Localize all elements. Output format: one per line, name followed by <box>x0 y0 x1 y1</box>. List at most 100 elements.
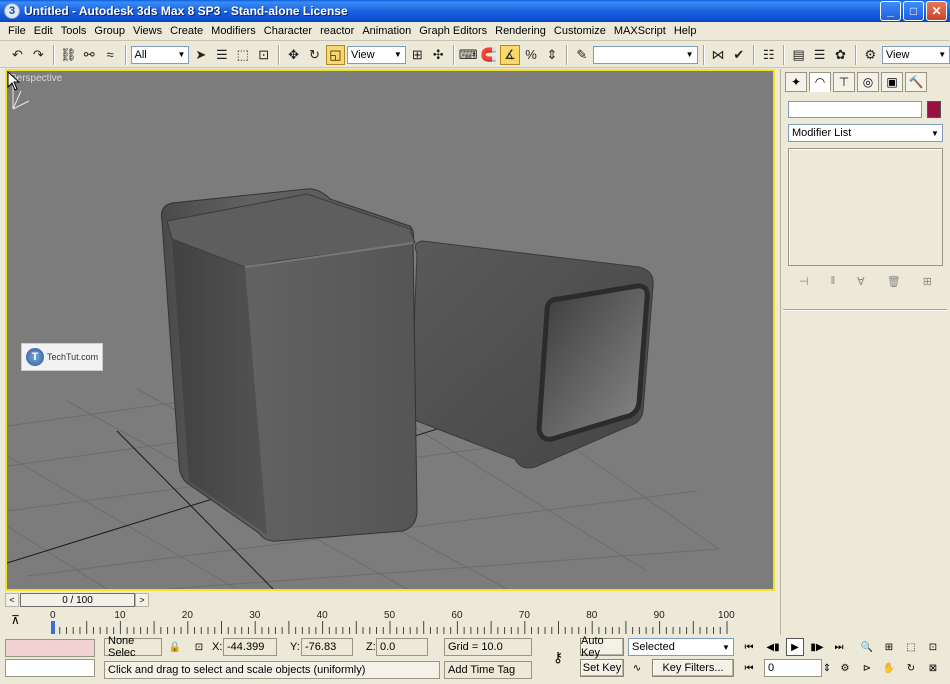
motion-tab-icon[interactable]: ◎ <box>857 72 879 92</box>
modifier-stack[interactable] <box>788 148 943 266</box>
select-rotate-icon[interactable]: ↻ <box>305 45 324 65</box>
time-prev-button[interactable]: < <box>5 593 19 607</box>
key-mode-toggle-icon[interactable]: ⏮ <box>740 659 758 677</box>
menu-help[interactable]: Help <box>670 25 701 37</box>
select-scale-icon[interactable]: ◱ <box>325 44 345 65</box>
edit-named-selection-icon[interactable]: ✎ <box>572 45 591 65</box>
perspective-viewport[interactable]: Perspective T TechTut.com z <box>5 69 775 591</box>
tube-object[interactable] <box>410 240 654 469</box>
select-object-icon[interactable]: ➤ <box>191 45 210 65</box>
modifier-list-dropdown[interactable]: Modifier List ▼ <box>788 124 943 142</box>
go-to-end-icon[interactable]: ⏭ <box>830 638 848 656</box>
x-coordinate-field[interactable]: -44.399 <box>223 638 277 656</box>
time-slider[interactable]: < 0 / 100 > <box>5 592 775 608</box>
current-frame-field[interactable]: 0 <box>764 659 822 677</box>
selection-filter-dropdown[interactable]: All ▼ <box>130 45 190 64</box>
pivot-center-icon[interactable]: ⊞ <box>408 45 427 65</box>
object-color-swatch[interactable] <box>927 101 941 118</box>
unlink-icon[interactable]: ⚯ <box>80 45 99 65</box>
select-link-icon[interactable]: ⛓ <box>59 45 78 65</box>
menu-modifiers[interactable]: Modifiers <box>207 25 260 37</box>
display-tab-icon[interactable]: ▣ <box>881 72 903 92</box>
key-mode-dropdown[interactable]: Selected ▼ <box>628 638 734 656</box>
set-key-button[interactable]: Set Key <box>580 659 624 677</box>
menu-graph-editors[interactable]: Graph Editors <box>415 25 491 37</box>
remove-modifier-icon[interactable]: 🗑 <box>887 275 901 288</box>
menu-views[interactable]: Views <box>129 25 166 37</box>
maxscript-listener-mini[interactable] <box>5 639 95 657</box>
time-slider-thumb[interactable]: 0 / 100 <box>20 593 135 607</box>
menu-edit[interactable]: Edit <box>30 25 57 37</box>
modify-tab-icon[interactable]: ◠ <box>809 72 831 92</box>
y-coordinate-field[interactable]: -76.83 <box>301 638 353 656</box>
menu-group[interactable]: Group <box>90 25 129 37</box>
menu-character[interactable]: Character <box>260 25 316 37</box>
hierarchy-tab-icon[interactable]: ⊤ <box>833 72 855 92</box>
key-filters-button[interactable]: Key Filters... <box>652 659 734 677</box>
layer-manager-icon[interactable]: ☷ <box>759 45 778 65</box>
menu-reactor[interactable]: reactor <box>316 25 358 37</box>
menu-animation[interactable]: Animation <box>358 25 415 37</box>
create-tab-icon[interactable]: ✦ <box>785 72 807 92</box>
redo-icon[interactable]: ↷ <box>29 45 48 65</box>
schematic-view-icon[interactable]: ☰ <box>810 45 829 65</box>
window-crossing-icon[interactable]: ⊡ <box>254 45 273 65</box>
minimize-button[interactable]: _ <box>880 1 901 21</box>
show-end-result-icon[interactable]: ‖ <box>831 275 836 287</box>
render-scene-icon[interactable]: ⚙ <box>861 45 880 65</box>
curve-editor-icon[interactable]: ▤ <box>789 45 808 65</box>
absolute-mode-icon[interactable]: ⊡ <box>190 638 208 656</box>
object-name-field[interactable] <box>788 101 922 118</box>
pin-stack-icon[interactable]: ⊣ <box>799 275 809 288</box>
arc-rotate-icon[interactable]: ↻ <box>902 659 920 677</box>
maximize-button[interactable]: □ <box>903 1 924 21</box>
play-icon[interactable]: ▶ <box>786 638 804 656</box>
zoom-extents-all-icon[interactable]: ⊡ <box>924 638 942 656</box>
spinner-snap-icon[interactable]: ⇕ <box>542 45 561 65</box>
menu-tools[interactable]: Tools <box>57 25 91 37</box>
time-next-button[interactable]: > <box>135 593 149 607</box>
pan-view-icon[interactable]: ✋ <box>880 659 898 677</box>
lock-icon[interactable]: 🔒 <box>166 638 184 656</box>
menu-file[interactable]: File <box>4 25 30 37</box>
auto-key-button[interactable]: Auto Key <box>580 635 624 659</box>
keyboard-shortcut-icon[interactable]: ⌨ <box>459 45 478 65</box>
zoom-all-icon[interactable]: ⊞ <box>880 638 898 656</box>
zoom-icon[interactable]: 🔍 <box>858 638 876 656</box>
box-object[interactable] <box>161 188 418 542</box>
named-selection-dropdown[interactable]: ▼ <box>593 45 698 64</box>
app-icon[interactable]: 3 <box>4 3 20 19</box>
make-unique-icon[interactable]: ∀ <box>857 275 865 288</box>
undo-icon[interactable]: ↶ <box>8 45 27 65</box>
previous-frame-icon[interactable]: ◀▮ <box>764 638 782 656</box>
angle-snap-icon[interactable]: ∡ <box>500 44 520 65</box>
manipulate-icon[interactable]: ✣ <box>429 45 448 65</box>
material-editor-icon[interactable]: ✿ <box>831 45 850 65</box>
frame-spinner-icon[interactable]: ⇕ <box>822 659 832 677</box>
menu-create[interactable]: Create <box>166 25 207 37</box>
min-max-toggle-icon[interactable]: ⊠ <box>924 659 942 677</box>
zoom-extents-icon[interactable]: ⬚ <box>902 638 920 656</box>
reference-coord-dropdown[interactable]: View ▼ <box>346 45 406 64</box>
select-by-name-icon[interactable]: ☰ <box>212 45 231 65</box>
menu-customize[interactable]: Customize <box>550 25 610 37</box>
next-frame-icon[interactable]: ▮▶ <box>808 638 826 656</box>
snap-toggle-icon[interactable]: 🧲 <box>480 45 499 65</box>
select-move-icon[interactable]: ✥ <box>284 45 303 65</box>
mirror-icon[interactable]: ⋈ <box>709 45 728 65</box>
percent-snap-icon[interactable]: % <box>522 45 541 65</box>
add-time-tag-button[interactable]: Add Time Tag <box>444 661 532 679</box>
maxscript-listener-output[interactable] <box>5 659 95 677</box>
go-to-start-icon[interactable]: ⏮ <box>740 638 758 656</box>
track-bar-icon[interactable]: ⊼ <box>11 613 20 627</box>
set-key-curve-icon[interactable]: ∿ <box>628 659 646 677</box>
rectangular-selection-icon[interactable]: ⬚ <box>233 45 252 65</box>
menu-rendering[interactable]: Rendering <box>491 25 550 37</box>
bind-space-warp-icon[interactable]: ≈ <box>101 45 120 65</box>
menu-maxscript[interactable]: MAXScript <box>610 25 670 37</box>
configure-sets-icon[interactable]: ⊞ <box>923 275 932 288</box>
default-in-out-key-icon[interactable]: ⚷ <box>544 646 572 668</box>
track-bar[interactable]: ⊼ 0 10 20 30 40 50 60 70 80 90 100 <box>5 609 775 635</box>
align-icon[interactable]: ✔ <box>729 45 748 65</box>
time-configuration-icon[interactable]: ⚙ <box>836 659 854 677</box>
